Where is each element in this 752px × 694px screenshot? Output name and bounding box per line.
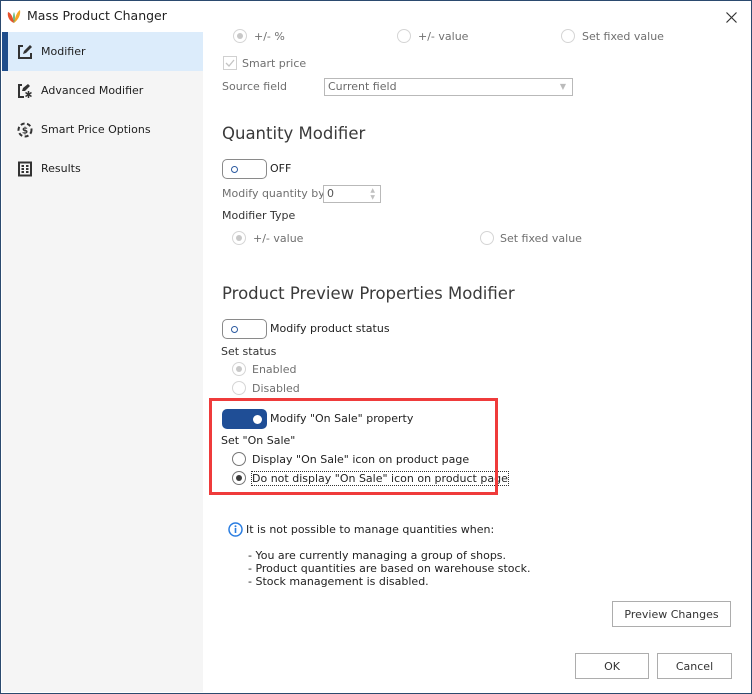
preview-changes-button[interactable]: Preview Changes: [612, 601, 731, 627]
price-type-fixed-label: Set fixed value: [582, 30, 664, 43]
source-field-select[interactable]: Current field ▼: [324, 78, 573, 96]
sidebar-item-label: Modifier: [41, 45, 86, 58]
spin-down-icon[interactable]: ▼: [370, 195, 375, 201]
app-logo-icon: [7, 10, 21, 23]
toggle-knob: [253, 415, 262, 424]
status-disabled-radio[interactable]: [232, 381, 246, 395]
price-type-value-label: +/- value: [418, 30, 469, 43]
sidebar-item-advanced-modifier[interactable]: Advanced Modifier: [2, 71, 203, 110]
product-status-toggle-label: Modify product status: [270, 322, 390, 335]
advanced-edit-icon: [16, 82, 34, 100]
on-sale-toggle[interactable]: [222, 409, 267, 429]
cancel-button[interactable]: Cancel: [657, 653, 732, 679]
smart-price-label: Smart price: [242, 57, 307, 70]
quantity-type-value-label: +/- value: [253, 232, 304, 245]
sidebar-item-modifier[interactable]: Modifier: [2, 32, 203, 71]
checkmark-icon: [225, 59, 235, 67]
info-line: - You are currently managing a group of …: [248, 549, 507, 562]
sidebar-item-results[interactable]: Results: [2, 149, 203, 188]
sidebar-item-label: Results: [41, 162, 81, 175]
toggle-knob: [231, 326, 238, 333]
price-type-percent-label: +/- %: [254, 30, 285, 43]
status-disabled-label: Disabled: [252, 382, 300, 395]
close-icon: [725, 11, 737, 23]
quantity-modifier-toggle[interactable]: [222, 159, 267, 179]
cancel-label: Cancel: [675, 659, 714, 673]
on-sale-hide-radio[interactable]: [232, 471, 246, 485]
svg-text:$: $: [22, 126, 28, 136]
source-field-label: Source field: [222, 80, 288, 93]
results-grid-icon: [16, 160, 34, 178]
ok-button[interactable]: OK: [575, 653, 649, 679]
info-heading: It is not possible to manage quantities …: [246, 523, 495, 536]
quantity-type-fixed-radio[interactable]: [480, 231, 494, 245]
info-icon: [228, 522, 243, 537]
product-status-toggle[interactable]: [222, 319, 267, 339]
quantity-type-fixed-label: Set fixed value: [500, 232, 582, 245]
price-type-fixed-radio[interactable]: [561, 29, 575, 43]
edit-icon: [16, 43, 34, 61]
window-title: Mass Product Changer: [27, 8, 167, 23]
modifier-type-label: Modifier Type: [222, 209, 296, 222]
on-sale-display-radio[interactable]: [232, 452, 246, 466]
smart-price-icon: $: [16, 121, 34, 139]
on-sale-display-label: Display "On Sale" icon on product page: [252, 453, 470, 466]
sidebar-item-label: Advanced Modifier: [41, 84, 144, 97]
source-field-value: Current field: [328, 80, 397, 93]
sidebar-item-smart-price-options[interactable]: $ Smart Price Options: [2, 110, 203, 149]
title-bar: Mass Product Changer: [1, 1, 751, 32]
smart-price-checkbox[interactable]: [223, 56, 237, 70]
modify-quantity-label: Modify quantity by: [222, 187, 325, 200]
preview-modifier-title: Product Preview Properties Modifier: [222, 284, 515, 303]
on-sale-hide-label: Do not display "On Sale" icon on product…: [251, 471, 509, 486]
preview-changes-label: Preview Changes: [624, 607, 719, 621]
info-line: - Stock management is disabled.: [248, 575, 429, 588]
info-line: - Product quantities are based on wareho…: [248, 562, 531, 575]
mass-product-changer-window: Mass Product Changer Modifier Advanced M…: [0, 0, 752, 694]
modify-quantity-input[interactable]: 0 ▲ ▼: [323, 185, 381, 203]
toggle-knob: [231, 166, 238, 173]
status-enabled-radio[interactable]: [232, 362, 246, 376]
quantity-type-value-radio[interactable]: [232, 231, 246, 245]
quantity-toggle-label: OFF: [270, 162, 292, 175]
chevron-down-icon: ▼: [559, 82, 566, 91]
close-button[interactable]: [719, 6, 743, 28]
sidebar: Modifier Advanced Modifier $ Smart Price…: [2, 32, 203, 692]
on-sale-toggle-label: Modify "On Sale" property: [270, 412, 414, 425]
sidebar-item-label: Smart Price Options: [41, 123, 151, 136]
modify-quantity-value: 0: [327, 187, 334, 200]
price-type-value-radio[interactable]: [397, 29, 411, 43]
ok-label: OK: [604, 659, 620, 673]
quantity-modifier-title: Quantity Modifier: [222, 124, 366, 143]
content-panel: +/- % +/- value Set fixed value Smart pr…: [203, 29, 751, 692]
status-enabled-label: Enabled: [252, 363, 297, 376]
price-type-percent-radio[interactable]: [233, 29, 247, 43]
set-on-sale-label: Set "On Sale": [221, 434, 296, 447]
set-status-label: Set status: [221, 345, 277, 358]
